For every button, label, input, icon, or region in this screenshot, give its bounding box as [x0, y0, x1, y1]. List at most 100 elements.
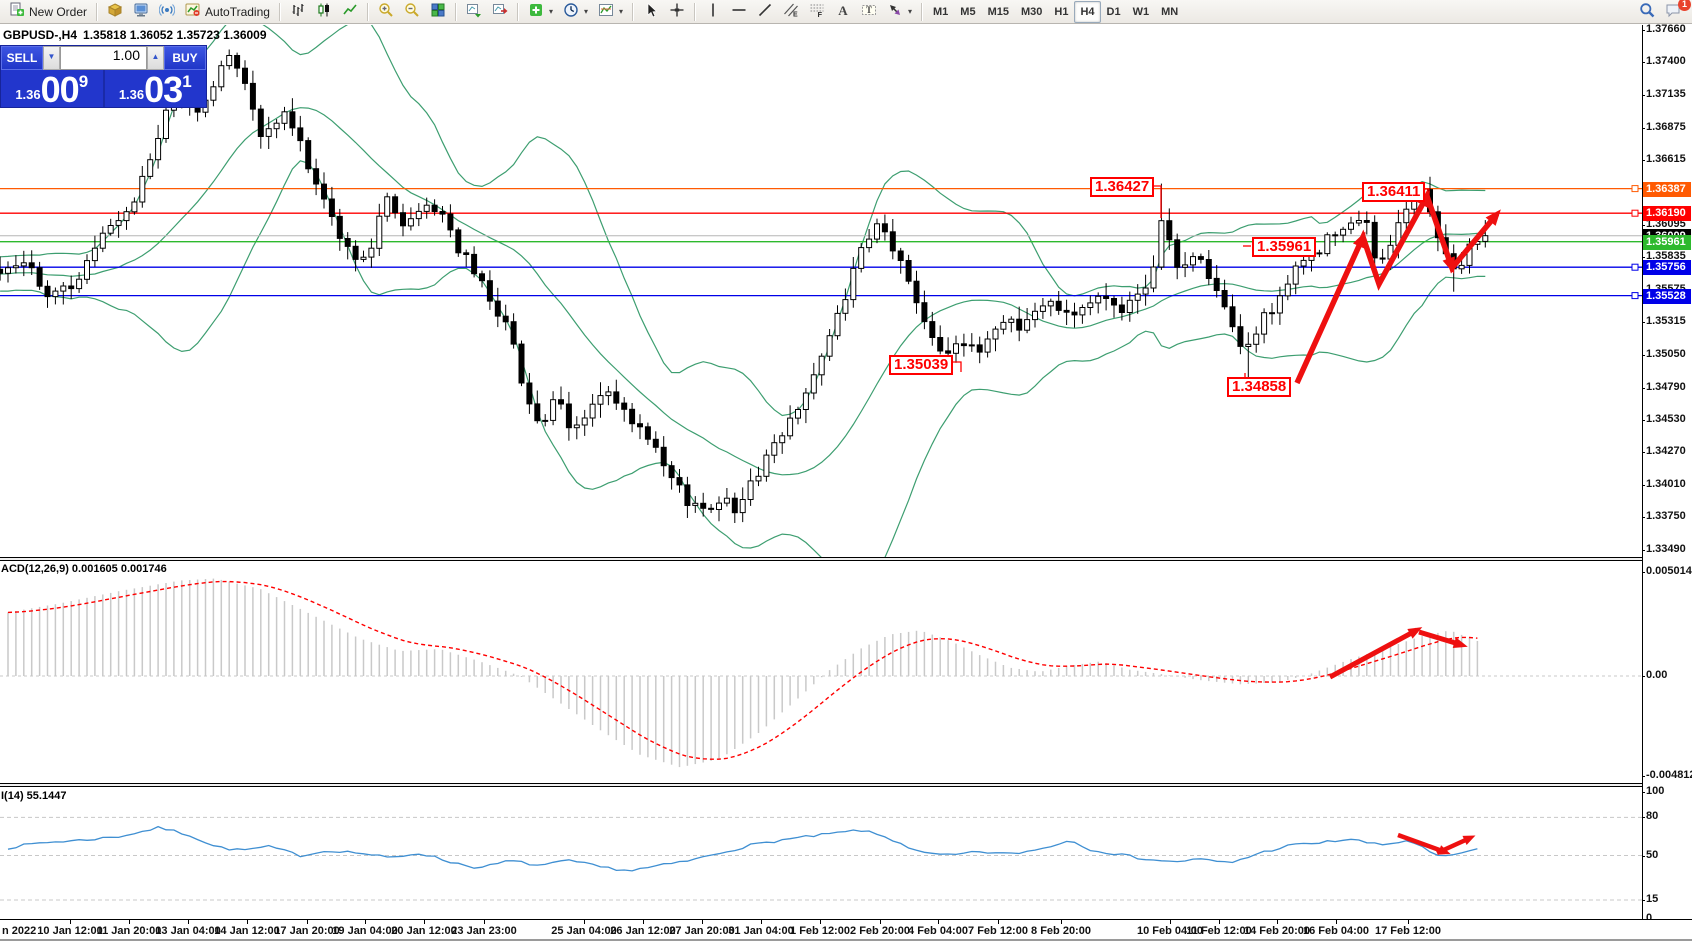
bear-candle	[456, 230, 461, 253]
line-chart-button[interactable]	[337, 1, 363, 23]
bar-chart-button[interactable]	[285, 1, 311, 23]
horizontal-line-button[interactable]	[726, 1, 752, 23]
arrows-button[interactable]: ▾	[882, 1, 917, 23]
text-button[interactable]: A	[830, 1, 856, 23]
tf-mn-button[interactable]: MN	[1155, 1, 1184, 23]
chat-button[interactable]: 1	[1660, 1, 1686, 23]
vertical-line-button[interactable]	[700, 1, 726, 23]
bull-candle	[21, 263, 26, 266]
cursor-button[interactable]	[638, 1, 664, 23]
trendline-icon	[757, 2, 773, 21]
bull-candle	[1183, 265, 1188, 267]
chart-ohlc-values: 1.35818 1.36052 1.35723 1.36009	[83, 28, 267, 42]
tf-m15-button[interactable]: M15	[982, 1, 1015, 23]
bear-candle	[495, 301, 500, 316]
chevron-down-icon[interactable]: ▾	[584, 7, 588, 16]
annotation-callout[interactable]	[953, 362, 961, 372]
price-annotation-1.36411[interactable]: 1.36411	[1362, 182, 1425, 202]
new-chart-button[interactable]	[102, 1, 128, 23]
main-chart-pane[interactable]	[0, 25, 1642, 557]
zoom-out-button[interactable]	[399, 1, 425, 23]
macd-pane[interactable]	[0, 561, 1642, 783]
tf-m5-button[interactable]: M5	[954, 1, 981, 23]
buy-button[interactable]: BUY	[164, 46, 206, 70]
bull-candle	[582, 418, 587, 425]
bear-candle	[1214, 278, 1219, 290]
periods-button[interactable]: ▾	[558, 1, 593, 23]
candle-chart-button[interactable]	[311, 1, 337, 23]
hline-handle[interactable]	[1632, 293, 1638, 299]
tile-windows-button[interactable]	[425, 1, 451, 23]
bear-candle	[45, 286, 50, 296]
bull-candle	[1254, 334, 1259, 344]
text-label-icon: T	[861, 2, 877, 21]
hline-handle[interactable]	[1632, 264, 1638, 270]
bull-candle	[100, 233, 105, 248]
bear-candle	[345, 239, 350, 247]
bear-candle	[1333, 235, 1338, 236]
bear-candle	[69, 286, 74, 289]
rsi-pane[interactable]	[0, 787, 1642, 919]
bull-candle	[1040, 306, 1045, 312]
chevron-down-icon[interactable]: ▾	[549, 7, 553, 16]
sell-price[interactable]: 1.36 00 9	[1, 70, 105, 107]
hline-handle[interactable]	[1632, 186, 1638, 192]
bull-candle	[827, 336, 832, 357]
price-annotation-1.36427[interactable]: 1.36427	[1090, 177, 1154, 197]
zoom-in-button[interactable]	[373, 1, 399, 23]
crosshair-button[interactable]	[664, 1, 690, 23]
time-axis[interactable]: n 202210 Jan 12:0011 Jan 20:0013 Jan 04:…	[0, 919, 1692, 941]
volume-decrease-button[interactable]: ▼	[43, 46, 60, 70]
search-button[interactable]	[1634, 1, 1660, 23]
profiles-button[interactable]	[128, 1, 154, 23]
toolbar-group: New Order	[4, 1, 92, 23]
tf-h1-button[interactable]: H1	[1048, 1, 1074, 23]
bear-candle	[614, 392, 619, 403]
channel-button[interactable]: E	[778, 1, 804, 23]
tf-m5-button-label: M5	[960, 6, 975, 18]
macd-annotation-arrow[interactable]	[1330, 630, 1417, 677]
price-axis[interactable]: 1.376601.374001.371351.368751.366151.363…	[1643, 25, 1692, 919]
bull-candle	[772, 443, 777, 456]
bull-candle	[993, 329, 998, 339]
chevron-down-icon[interactable]: ▾	[908, 7, 912, 16]
chart-shift-button[interactable]	[487, 1, 513, 23]
zigzag-arrow-head[interactable]	[1353, 232, 1366, 249]
template-icon	[598, 2, 614, 21]
volume-increase-button[interactable]: ▲	[147, 46, 164, 70]
chevron-down-icon[interactable]: ▾	[619, 7, 623, 16]
bear-candle	[930, 322, 935, 338]
chart-annotations	[953, 186, 1501, 383]
signals-button[interactable]	[154, 1, 180, 23]
trendline-button[interactable]	[752, 1, 778, 23]
zigzag-arrow-head[interactable]	[1443, 256, 1455, 273]
autotrading-button[interactable]: AutoTrading	[180, 1, 275, 23]
text-label-button[interactable]: T	[856, 1, 882, 23]
tf-w1-button[interactable]: W1	[1127, 1, 1156, 23]
zoom-in-icon	[378, 2, 394, 21]
fibonacci-button[interactable]: F	[804, 1, 830, 23]
bear-candle	[1064, 310, 1069, 312]
macd-arrow-head[interactable]	[1453, 637, 1468, 648]
tf-m30-button[interactable]: M30	[1015, 1, 1048, 23]
price-annotation-1.35039[interactable]: 1.35039	[889, 355, 953, 375]
tf-m1-button[interactable]: M1	[927, 1, 954, 23]
templates-button[interactable]: ▾	[593, 1, 628, 23]
tf-h4-button[interactable]: H4	[1074, 1, 1100, 23]
tf-d1-button[interactable]: D1	[1101, 1, 1127, 23]
auto-scroll-button[interactable]	[461, 1, 487, 23]
new-order-button[interactable]: New Order	[4, 1, 92, 23]
hline-handle[interactable]	[1632, 210, 1638, 216]
price-annotation-1.35961[interactable]: 1.35961	[1252, 237, 1316, 257]
sell-button[interactable]: SELL	[1, 46, 43, 70]
volume-input[interactable]: 1.00	[60, 46, 147, 70]
rsi-annotation-arrow[interactable]	[1398, 835, 1445, 852]
autotrading-icon	[185, 2, 201, 21]
bull-candle	[416, 211, 421, 218]
price-annotation-1.34858[interactable]: 1.34858	[1227, 377, 1291, 397]
time-label: 25 Jan 04:00	[551, 925, 616, 937]
indicators-button[interactable]: ▾	[523, 1, 558, 23]
bull-candle	[543, 420, 548, 421]
text-icon: A	[835, 2, 851, 21]
buy-price[interactable]: 1.36 03 1	[105, 70, 207, 107]
